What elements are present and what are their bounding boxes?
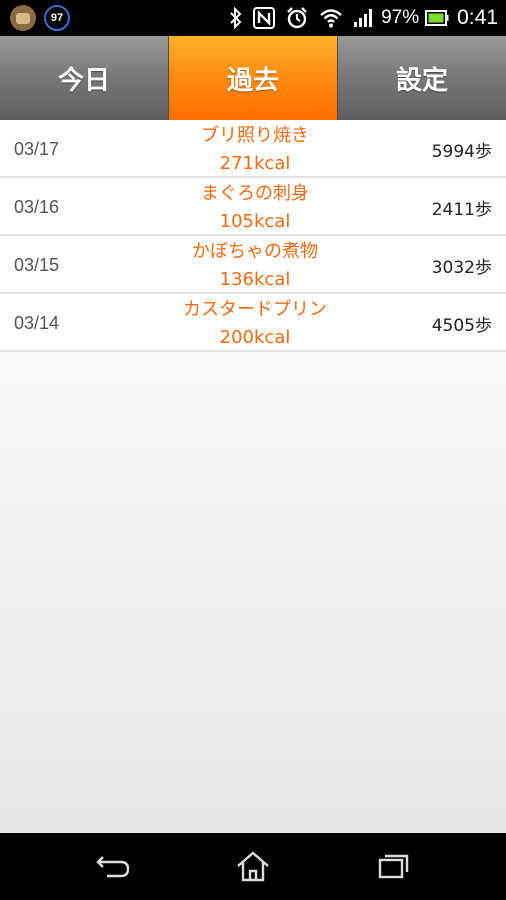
row-steps: 4505歩 <box>431 315 492 336</box>
step-count-badge: 97 <box>44 5 70 31</box>
tab-today[interactable]: 今日 <box>0 36 169 120</box>
history-row[interactable]: 03/15 かぼちゃの煮物 136kcal 3032歩 <box>0 236 506 294</box>
history-row[interactable]: 03/17 ブリ照り焼き 271kcal 5994歩 <box>0 120 506 178</box>
history-row[interactable]: 03/16 まぐろの刺身 105kcal 2411歩 <box>0 178 506 236</box>
meal-calories: 271kcal <box>219 153 291 174</box>
tab-history[interactable]: 過去 <box>169 36 338 120</box>
row-meal: まぐろの刺身 105kcal <box>130 180 380 236</box>
navigation-bar <box>0 833 506 900</box>
row-date: 03/15 <box>14 254 60 275</box>
meal-name: カスタードプリン <box>183 299 327 320</box>
history-list: 03/17 ブリ照り焼き 271kcal 5994歩 03/16 まぐろの刺身 … <box>0 120 506 833</box>
row-steps: 5994歩 <box>431 141 492 162</box>
battery-percent: 97% <box>381 7 420 28</box>
app-screen: 97 97% 0:41 今日 過去 設定 03/17 ブリ照り焼き 271kca… <box>0 0 506 900</box>
row-meal: かぼちゃの煮物 136kcal <box>130 238 380 294</box>
clock: 0:41 <box>457 6 498 29</box>
recent-apps-icon[interactable] <box>374 849 414 883</box>
row-steps: 2411歩 <box>431 199 492 220</box>
alarm-icon <box>285 6 309 30</box>
notification-area: 97 <box>10 5 70 31</box>
meal-calories: 136kcal <box>219 269 291 290</box>
tab-bar: 今日 過去 設定 <box>0 36 506 120</box>
wifi-icon <box>319 8 343 28</box>
signal-icon <box>353 8 375 28</box>
row-date: 03/16 <box>14 196 60 217</box>
row-date: 03/17 <box>14 138 60 159</box>
meal-calories: 105kcal <box>219 211 291 232</box>
system-icons: 97% 0:41 <box>219 0 498 36</box>
status-bar: 97 97% 0:41 <box>0 0 506 36</box>
tab-settings[interactable]: 設定 <box>338 36 506 120</box>
back-icon[interactable] <box>93 849 133 883</box>
row-meal: ブリ照り焼き 271kcal <box>130 122 380 178</box>
app-notification-icon <box>10 5 36 31</box>
meal-name: ブリ照り焼き <box>201 125 309 146</box>
history-row[interactable]: 03/14 カスタードプリン 200kcal 4505歩 <box>0 294 506 352</box>
row-steps: 3032歩 <box>431 257 492 278</box>
meal-name: まぐろの刺身 <box>201 183 309 204</box>
row-date: 03/14 <box>14 312 60 333</box>
nfc-icon <box>253 7 276 29</box>
meal-name: かぼちゃの煮物 <box>192 241 318 262</box>
row-meal: カスタードプリン 200kcal <box>130 296 380 352</box>
meal-calories: 200kcal <box>219 327 291 348</box>
bluetooth-icon <box>229 7 243 29</box>
battery-icon <box>425 10 449 26</box>
home-icon[interactable] <box>233 849 273 883</box>
